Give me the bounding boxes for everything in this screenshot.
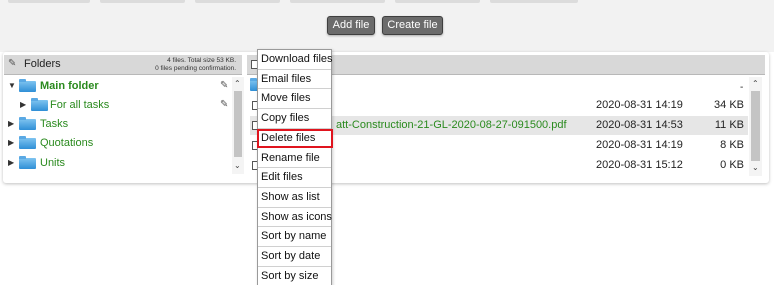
folder-summary-pending: 0 files pending confirmation. — [155, 65, 236, 72]
expand-right-icon[interactable]: ▶ — [8, 158, 14, 167]
scroll-up-icon[interactable]: ⌃ — [752, 79, 759, 88]
folder-icon — [19, 136, 36, 149]
menu-item-show-as-icons[interactable]: Show as icons — [258, 208, 332, 228]
expand-right-icon[interactable]: ▶ — [8, 138, 14, 147]
file-size: 34 KB — [714, 99, 744, 111]
expand-down-icon[interactable]: ▼ — [8, 81, 16, 90]
menu-item-copy-files[interactable]: Copy files — [258, 109, 331, 129]
folder-icon — [31, 98, 48, 111]
file-size: - — [740, 82, 744, 93]
menu-item-move-files[interactable]: Move files — [258, 89, 331, 110]
file-date: 2020-08-31 14:19 — [596, 139, 683, 151]
file-size: 0 KB — [720, 159, 744, 171]
file-date: 2020-08-31 15:12 — [596, 159, 683, 171]
file-size: 8 KB — [720, 139, 744, 151]
pencil-icon[interactable]: ✎ — [8, 58, 16, 69]
expand-right-icon[interactable]: ▶ — [8, 119, 14, 128]
folders-scrollbar[interactable]: ⌃ ⌄ — [232, 77, 244, 174]
expand-right-icon[interactable]: ▶ — [20, 100, 26, 109]
menu-item-edit-files[interactable]: Edit files — [258, 168, 331, 188]
scrollbar-thumb[interactable] — [751, 91, 760, 161]
menu-item-email-files[interactable]: Email files — [258, 70, 331, 90]
tree-item-label: Units — [40, 157, 66, 169]
file-date: 2020-08-31 14:53 — [596, 119, 683, 131]
tree-item-tasks[interactable]: ▶ Tasks — [8, 116, 230, 134]
add-file-button[interactable]: Add file — [327, 16, 375, 35]
folder-summary: 4 files. Total size 53 KB. 0 files pendi… — [155, 57, 236, 73]
scroll-down-icon[interactable]: ⌄ — [752, 163, 759, 172]
file-context-menu: Download files Email files Move files Co… — [257, 49, 333, 285]
folder-icon — [19, 79, 36, 92]
tree-item-label: For all tasks — [50, 99, 110, 111]
tree-item-label: Quotations — [40, 137, 94, 149]
file-date: 2020-08-31 14:19 — [596, 99, 683, 111]
tree-item-units[interactable]: ▶ Units — [8, 155, 230, 173]
folder-summary-size: 4 files. Total size 53 KB. — [167, 57, 236, 64]
menu-item-rename-file[interactable]: Rename file — [258, 149, 331, 169]
tree-item-label: Main folder — [40, 80, 99, 92]
scrollbar-thumb[interactable] — [234, 91, 242, 157]
tree-item-main-folder[interactable]: ▼ Main folder ✎ — [8, 78, 230, 96]
top-tab-strip — [0, 0, 774, 3]
folders-header: ✎ Folders 4 files. Total size 53 KB. 0 f… — [4, 55, 242, 75]
file-name[interactable]: att-Construction-21-GL-2020-08-27-091500… — [336, 119, 567, 131]
file-size: 11 KB — [714, 119, 744, 131]
folder-icon — [19, 117, 36, 130]
tree-item-quotations[interactable]: ▶ Quotations — [8, 135, 230, 153]
menu-item-show-as-list[interactable]: Show as list — [258, 188, 331, 208]
menu-item-sort-by-size[interactable]: Sort by size — [258, 267, 331, 285]
pencil-icon[interactable]: ✎ — [220, 80, 228, 91]
scroll-up-icon[interactable]: ⌃ — [234, 79, 241, 88]
folders-title: Folders — [24, 58, 61, 70]
menu-item-download-files[interactable]: Download files — [258, 50, 333, 70]
scroll-down-icon[interactable]: ⌄ — [234, 161, 241, 170]
tree-item-for-all-tasks[interactable]: ▶ For all tasks ✎ — [8, 97, 230, 115]
create-file-button[interactable]: Create file — [382, 16, 443, 35]
folder-icon — [19, 156, 36, 169]
files-scrollbar[interactable]: ⌃ ⌄ — [749, 77, 762, 176]
toolbar-area: Add file Create file — [0, 0, 774, 52]
menu-item-delete-files[interactable]: Delete files — [257, 128, 333, 149]
menu-item-sort-by-date[interactable]: Sort by date — [258, 247, 331, 267]
tree-item-label: Tasks — [40, 118, 69, 130]
pencil-icon[interactable]: ✎ — [220, 99, 228, 110]
menu-item-sort-by-name[interactable]: Sort by name — [258, 227, 331, 247]
